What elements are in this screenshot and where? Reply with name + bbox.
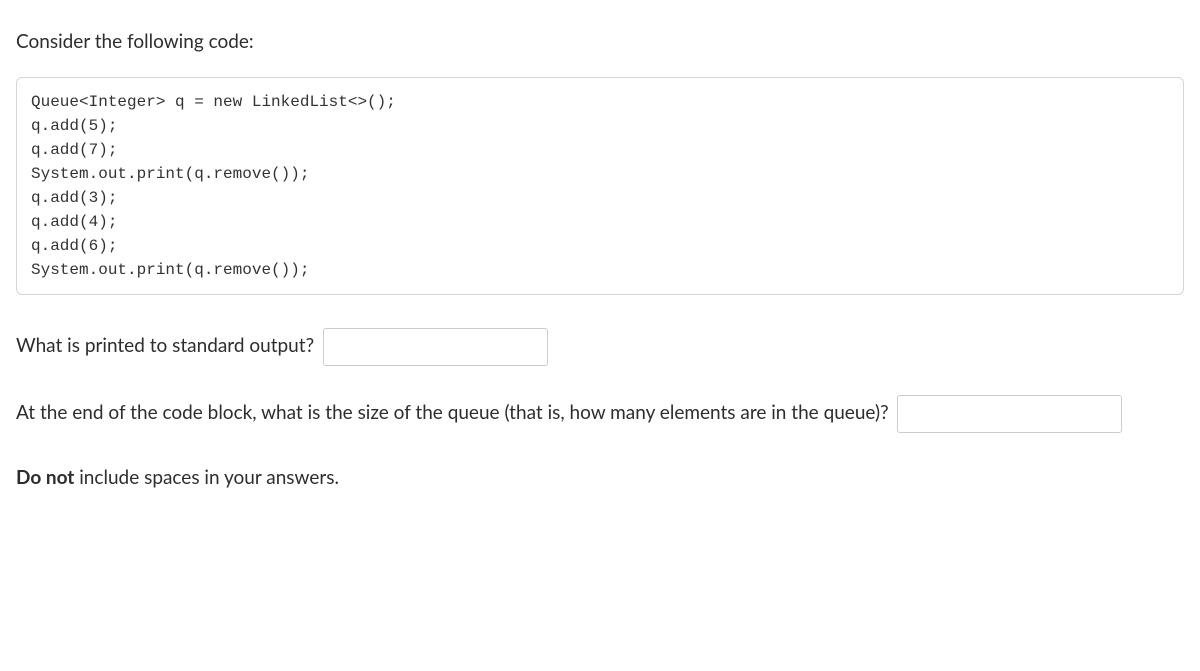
code-block: Queue<Integer> q = new LinkedList<>(); q… [16,77,1184,295]
answer-input-1[interactable] [323,328,548,366]
note-text: Do not include spaces in your answers. [16,464,1184,493]
intro-text: Consider the following code: [16,28,1184,57]
question-1: What is printed to standard output? [16,323,1184,369]
note-rest: include spaces in your answers. [74,466,339,489]
question-2: At the end of the code block, what is th… [16,390,1184,436]
answer-input-2[interactable] [897,395,1122,433]
note-bold: Do not [16,466,74,489]
question-1-text: What is printed to standard output? [16,334,314,357]
question-2-text: At the end of the code block, what is th… [16,401,889,424]
